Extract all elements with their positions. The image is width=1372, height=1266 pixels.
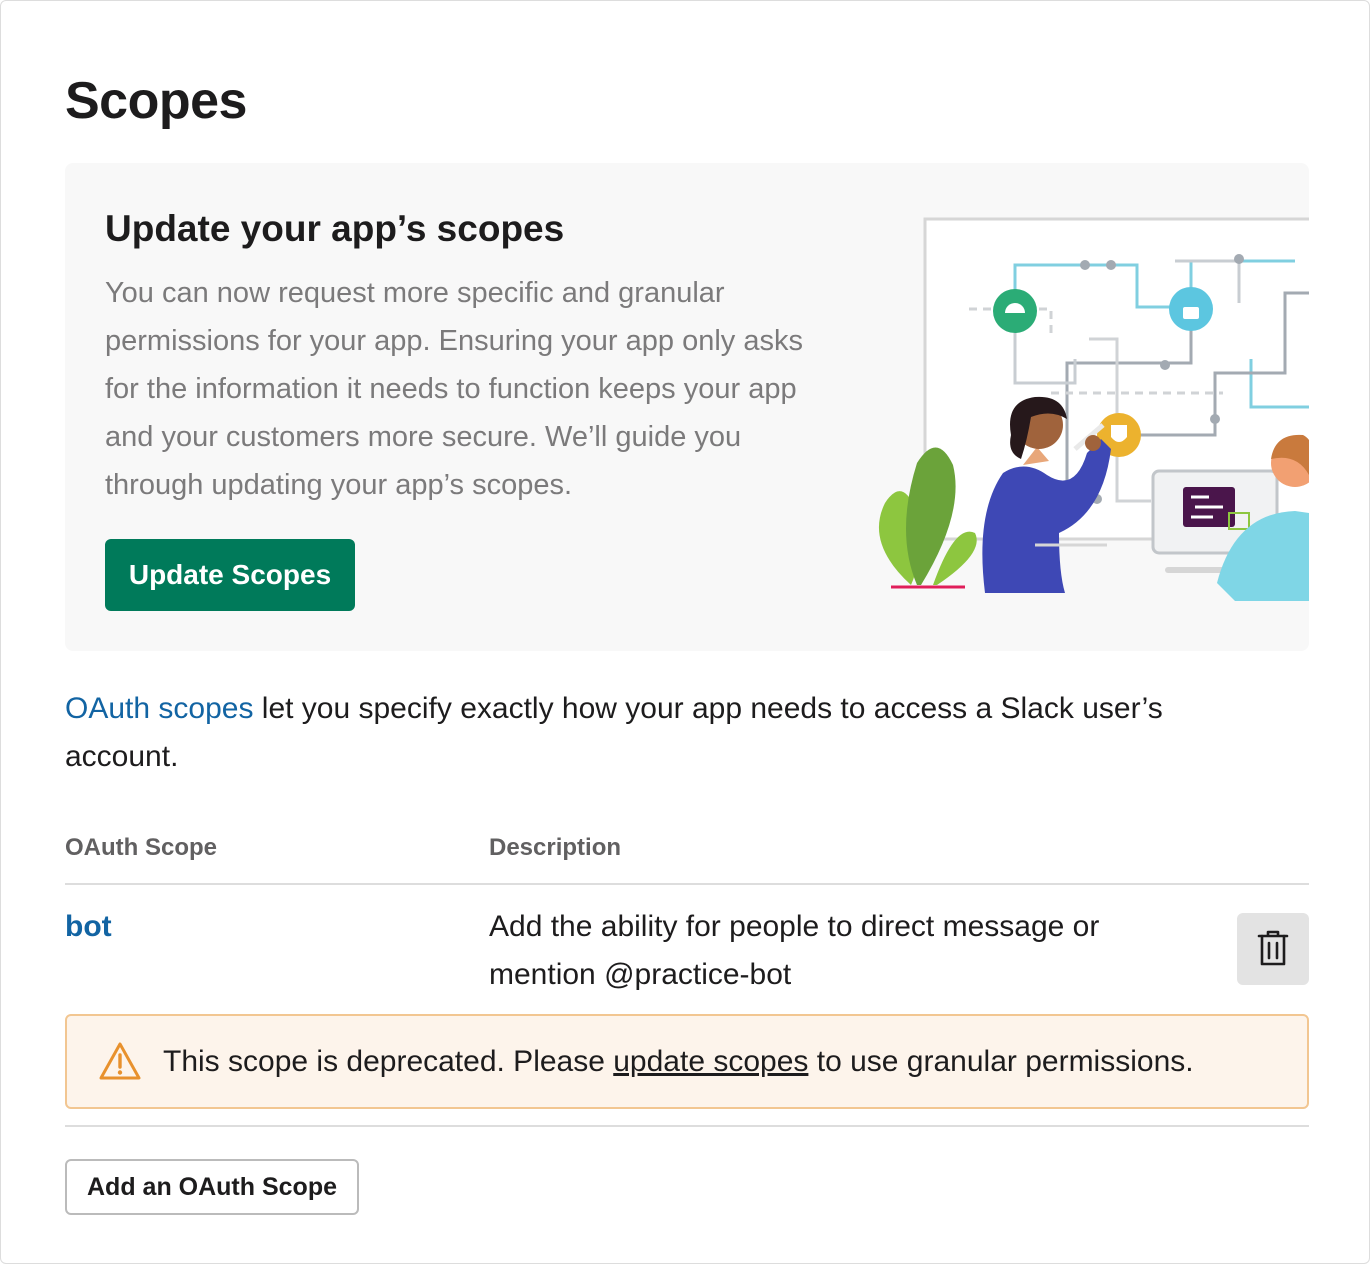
deprecation-warning: This scope is deprecated. Please update … — [65, 1014, 1309, 1109]
table-footer-divider — [65, 1125, 1309, 1127]
banner-title: Update your app’s scopes — [105, 208, 565, 249]
remove-scope-button[interactable] — [1237, 913, 1309, 985]
column-header-oauth-scope: OAuth Scope — [65, 834, 218, 861]
warning-text-before: This scope is deprecated. Please — [163, 1045, 614, 1078]
trash-icon — [1257, 930, 1289, 966]
warning-text-after: to use granular permissions. — [808, 1045, 1194, 1078]
scope-name-bot[interactable]: bot — [65, 903, 112, 951]
add-oauth-scope-button[interactable]: Add an OAuth Scope — [65, 1159, 359, 1215]
warning-message: This scope is deprecated. Please update … — [163, 1040, 1194, 1084]
oauth-scopes-link[interactable]: OAuth scopes — [65, 692, 253, 725]
people-connecting-permissions-illustration — [878, 217, 1309, 601]
update-scopes-link[interactable]: update scopes — [613, 1045, 808, 1078]
warning-triangle-icon — [99, 1042, 141, 1080]
column-header-description: Description — [489, 834, 622, 861]
table-header-divider — [65, 883, 1309, 885]
update-scopes-banner: Update your app’s scopes You can now req… — [65, 163, 1309, 651]
update-scopes-button[interactable]: Update Scopes — [105, 539, 355, 611]
oauth-intro-text: OAuth scopes let you specify exactly how… — [65, 685, 1265, 781]
page-title: Scopes — [65, 72, 247, 130]
banner-body: You can now request more specific and gr… — [105, 277, 803, 501]
scopes-page: Scopes Update your app’s scopes You can … — [0, 0, 1370, 1264]
scope-description: Add the ability for people to direct mes… — [489, 910, 1100, 991]
